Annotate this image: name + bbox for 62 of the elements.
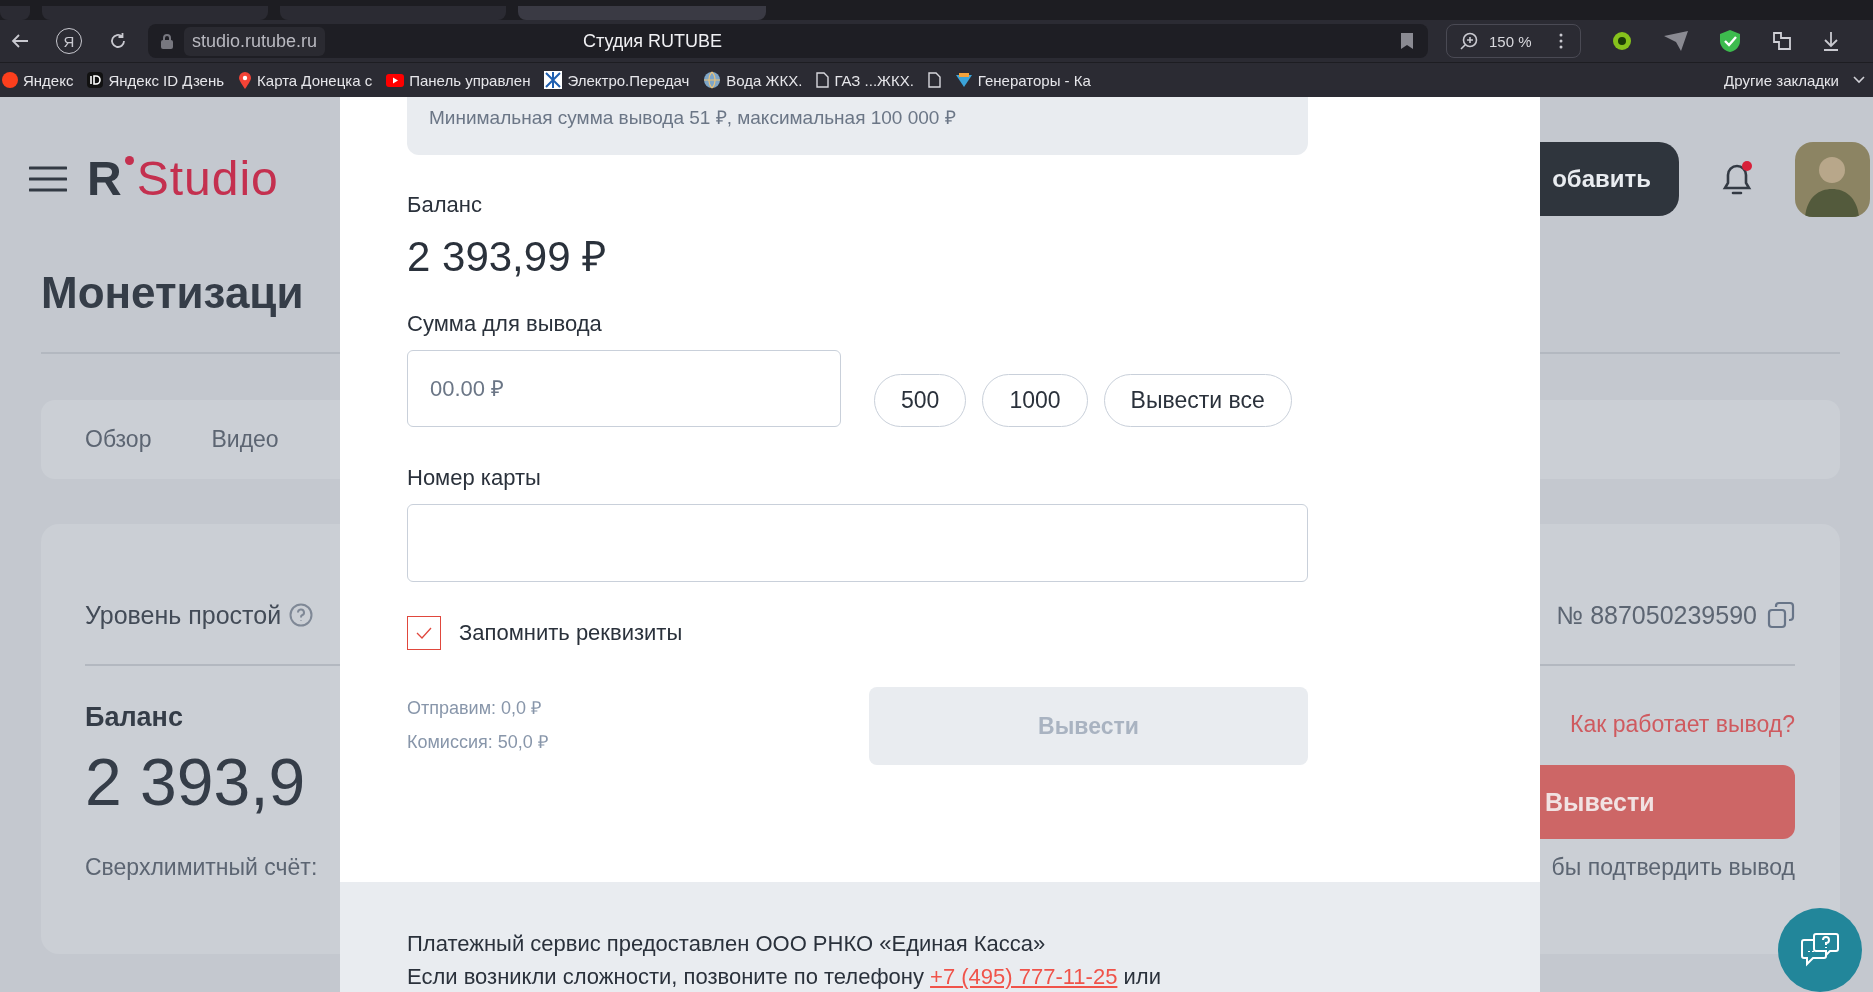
fish-icon (954, 72, 973, 88)
document-icon (927, 72, 941, 88)
bookmark-item[interactable]: Яндекс (2, 71, 74, 89)
chat-question-icon (1800, 932, 1840, 968)
more-icon[interactable] (1557, 32, 1564, 50)
download-icon[interactable] (1822, 30, 1839, 52)
check-icon (415, 626, 433, 640)
circle-logo-icon (2, 72, 18, 88)
bookmark-item[interactable]: Панель управлен (386, 71, 531, 89)
fee-amount: Комиссия: 50,0 ₽ (407, 731, 549, 754)
bookmark-item[interactable]: ГАЗ ...ЖКХ. (816, 71, 914, 89)
bookmark-icon[interactable] (1400, 32, 1414, 50)
amount-preset-button[interactable]: 1000 (982, 374, 1088, 427)
url-text: studio.rutube.ru (184, 26, 326, 56)
copy-icon[interactable] (1767, 601, 1795, 629)
bookmark-item[interactable]: Генераторы - Ка (954, 71, 1091, 89)
shield-check-icon[interactable] (1718, 29, 1741, 53)
dark-square-icon (87, 72, 104, 88)
bookmark-item[interactable]: Карта Донецка с (238, 71, 373, 89)
globe-icon (703, 71, 722, 89)
balance-amount: 2 393,9 (85, 744, 307, 820)
map-pin-icon (238, 71, 253, 89)
amount-label: Сумма для вывода (407, 310, 602, 338)
payment-provider-note: Платежный сервис предоставлен ООО РНКО «Единая Касса» (407, 930, 1047, 958)
reload-icon[interactable] (108, 31, 128, 51)
balance-label: Баланс (407, 191, 482, 219)
send-amount: Отправим: 0,0 ₽ (407, 697, 543, 720)
section-tab[interactable]: Видео (211, 426, 279, 453)
avatar-silhouette[interactable] (1795, 141, 1870, 217)
section-tab[interactable]: Обзор (85, 426, 152, 453)
remember-checkbox[interactable] (407, 616, 441, 650)
logo[interactable]: R Studio (87, 154, 279, 204)
lock-icon (160, 33, 174, 49)
other-bookmarks-menu[interactable]: Другие закладки (1724, 71, 1839, 89)
level-label: Уровень простой (85, 600, 282, 630)
page-title: Студия RUTUBE (581, 30, 724, 52)
limits-note: Минимальная сумма вывода 51 ₽, максимальная 100 000 ₽ (407, 97, 1308, 155)
zoom-level[interactable]: 150 % (1489, 32, 1532, 50)
amount-preset-button[interactable]: Вывести все (1103, 374, 1292, 427)
menu-icon[interactable] (29, 166, 67, 192)
card-number-field[interactable] (407, 504, 1308, 582)
zoom-in-icon[interactable] (1459, 31, 1479, 51)
balance-label: Баланс (85, 701, 184, 734)
remember-label: Запомнить реквизиты (459, 620, 683, 646)
support-contact-note: Если возникли сложности, позвоните по телефону +7 (495) 777-11-25 или (407, 963, 1162, 991)
bookmark-icon-item[interactable] (927, 72, 941, 88)
overlimit-label: Сверхлимитный счёт: (85, 853, 318, 882)
confirm-hint: бы подтвердить вывод (1551, 853, 1795, 882)
play-icon (386, 73, 405, 87)
puzzle-icon[interactable] (1770, 30, 1793, 52)
amount-preset-button[interactable]: 500 (874, 374, 967, 427)
amount-field[interactable]: 00.00 ₽ (407, 350, 841, 427)
document-icon (816, 72, 830, 88)
bookmark-item[interactable]: Вода ЖКХ. (703, 71, 803, 89)
bookmark-item[interactable]: Электро.Передач (544, 71, 690, 89)
paper-plane-icon[interactable] (1662, 30, 1689, 52)
card-number-label: Номер карты (407, 464, 541, 492)
account-number: № 887050239590 (1556, 600, 1757, 630)
network-icon (544, 71, 563, 89)
bookmark-item[interactable]: Яндекс ID Дзень (87, 71, 225, 89)
chevron-down-icon[interactable] (1853, 76, 1865, 84)
address-bar[interactable]: studio.rutube.ru Студия RUTUBE (148, 24, 1428, 58)
